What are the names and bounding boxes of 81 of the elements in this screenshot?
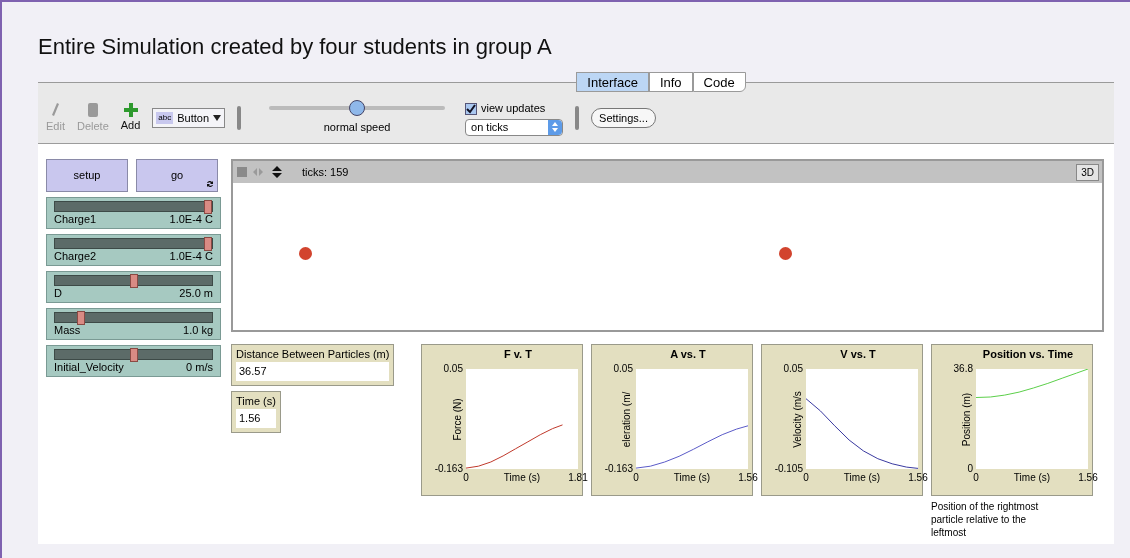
x-axis-label: Time (s) — [843, 472, 881, 484]
y-axis-label: Velocity (m/s — [790, 390, 804, 448]
slider-value: 0 m/s — [186, 360, 213, 375]
slider-value: 1.0E-4 C — [169, 249, 213, 264]
x-max-label: 1.56 — [738, 472, 758, 484]
monitor-value: 36.57 — [236, 362, 390, 381]
monitor-value: 1.56 — [236, 409, 276, 428]
x-min-label: 0 — [633, 472, 639, 484]
x-min-label: 0 — [463, 472, 469, 484]
plot-caption: Position of the rightmost particle relative to the leftmost — [931, 500, 1040, 539]
view-updates-label: view updates — [481, 101, 546, 117]
widget-type-icon: abc — [156, 112, 174, 124]
slider-name: Initial_Velocity — [54, 360, 124, 375]
slider[interactable]: Charge1 1.0E-4 C — [46, 197, 221, 229]
page-title: Entire Simulation created by four students in group A — [38, 33, 553, 61]
plot-title: V vs. T — [839, 347, 877, 361]
slider-thumb[interactable] — [77, 311, 86, 325]
speed-slider-thumb[interactable] — [349, 100, 366, 117]
y-axis-label: Position (m) — [960, 392, 974, 446]
slider-value: 25.0 m — [179, 286, 213, 301]
slider-name: Mass — [54, 323, 81, 338]
x-min-label: 0 — [803, 472, 809, 484]
y-axis-label: Force (N) — [450, 397, 464, 441]
plot-title: F v. T — [503, 347, 533, 361]
settings-button[interactable]: Settings... — [591, 108, 656, 128]
y-min-label: -0.163 — [434, 463, 463, 475]
tab[interactable]: Interface — [576, 72, 649, 92]
widget-dropdown[interactable]: abc Button — [152, 108, 226, 128]
slider-thumb[interactable] — [129, 274, 138, 288]
x-max-label: 1.81 — [568, 472, 588, 484]
plot-title: Position vs. Time — [981, 347, 1075, 361]
3d-button[interactable]: 3D — [1076, 163, 1099, 181]
caret-icon — [213, 115, 222, 121]
x-max-label: 1.56 — [908, 472, 928, 484]
y-axis-label: eleration (m/ — [620, 391, 634, 447]
trash-icon — [86, 101, 99, 118]
x-max-label: 1.56 — [1078, 472, 1098, 484]
slider[interactable]: Mass 1.0 kg — [46, 308, 221, 340]
particle — [299, 247, 312, 260]
checkmark-icon — [466, 103, 477, 114]
loop-arrows-icon — [206, 180, 214, 188]
widget-type-value: Button — [177, 110, 210, 126]
y-min-label: -0.105 — [774, 463, 803, 475]
ticks-counter: ticks: 159 — [302, 164, 349, 180]
update-mode-select[interactable]: on ticks — [465, 118, 564, 136]
plot-title: A vs. T — [669, 347, 707, 361]
simulation-button[interactable]: setup — [46, 159, 128, 192]
slider-value: 1.0E-4 C — [169, 212, 213, 227]
x-axis-label: Time (s) — [1013, 472, 1051, 484]
monitor-label: Distance Between Particles (m) — [236, 347, 390, 362]
stepper-icon — [548, 119, 563, 135]
speed-label: normal speed — [323, 120, 391, 136]
y-min-label: 0 — [967, 463, 973, 475]
slider-name: Charge2 — [54, 249, 97, 264]
plus-icon — [123, 102, 138, 117]
monitor-label: Time (s) — [236, 394, 276, 409]
slider-name: Charge1 — [54, 212, 97, 227]
slider-thumb[interactable] — [204, 237, 212, 251]
slider[interactable]: D 25.0 m — [46, 271, 221, 303]
tab[interactable]: Code — [692, 72, 746, 92]
y-max-label: 0.05 — [443, 363, 463, 375]
x-axis-label: Time (s) — [503, 472, 541, 484]
toolbar-button[interactable]: Add — [120, 102, 141, 134]
slider-thumb[interactable] — [129, 348, 138, 362]
slider-thumb[interactable] — [204, 200, 212, 214]
speed-slider[interactable] — [269, 100, 446, 117]
view-updates-checkbox[interactable] — [465, 102, 478, 115]
simulation-button[interactable]: go — [136, 159, 218, 192]
y-max-label: 0.05 — [783, 363, 803, 375]
slider-name: D — [54, 286, 62, 301]
y-min-label: -0.163 — [604, 463, 633, 475]
tab[interactable]: Info — [648, 72, 693, 92]
y-max-label: 0.05 — [613, 363, 633, 375]
slider[interactable]: Charge2 1.0E-4 C — [46, 234, 221, 266]
y-max-label: 36.8 — [953, 363, 973, 375]
pencil-icon — [50, 101, 61, 118]
x-min-label: 0 — [973, 472, 979, 484]
slider-value: 1.0 kg — [183, 323, 213, 338]
particle — [779, 247, 792, 260]
x-axis-label: Time (s) — [673, 472, 711, 484]
slider[interactable]: Initial_Velocity 0 m/s — [46, 345, 221, 377]
